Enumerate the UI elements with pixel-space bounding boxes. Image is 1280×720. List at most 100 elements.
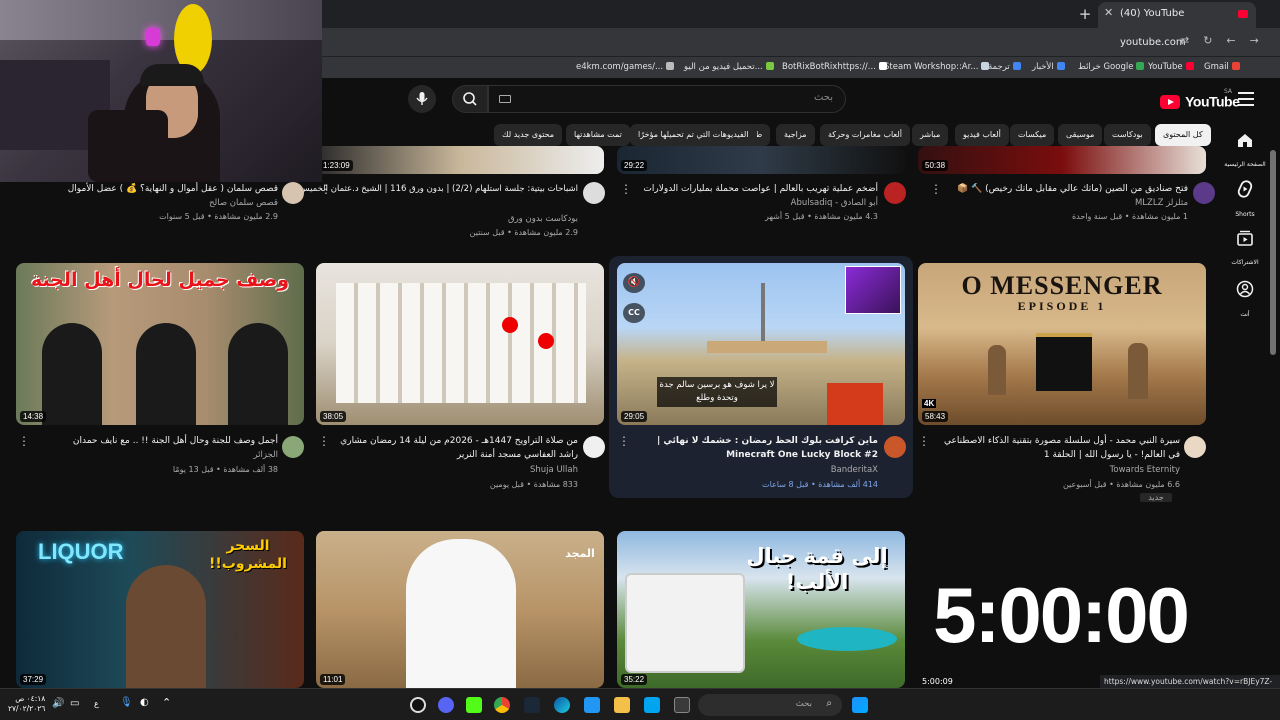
captions-icon[interactable]: CC: [623, 303, 645, 323]
bookmark-item[interactable]: BotRixBotRixhttps://...: [782, 62, 887, 72]
channel-name[interactable]: Shuja Ullah: [330, 465, 578, 475]
chip-video-games[interactable]: ألعاب فيديو: [955, 124, 1009, 146]
video-title[interactable]: أضخم عملية تهريب بالعالم | عواصت محملة ب…: [630, 182, 878, 196]
bookmark-item[interactable]: تحميل فيديو من اليو...: [684, 62, 774, 72]
bookmark-item[interactable]: Gmail: [1204, 62, 1240, 72]
video-title[interactable]: ماين كرافت بلوك الحظ رمضان : خشمك لا نها…: [630, 434, 878, 462]
video-thumbnail[interactable]: 29:22: [617, 146, 905, 174]
discord-icon[interactable]: [438, 697, 454, 713]
chip-live[interactable]: مباشر: [912, 124, 949, 146]
chip-all[interactable]: كل المحتوى: [1155, 124, 1211, 146]
microphone-tray-icon[interactable]: 🎙: [120, 697, 133, 708]
more-actions-icon[interactable]: ⋮: [18, 434, 30, 448]
video-thumbnail[interactable]: 38:05: [316, 263, 604, 425]
steam-icon[interactable]: [524, 697, 540, 713]
video-title[interactable]: من صلاة التراويح 1447هـ - 2026م من ليلة …: [330, 434, 578, 462]
kick-icon[interactable]: [466, 697, 482, 713]
channel-name[interactable]: الجزائر: [30, 450, 278, 460]
hamburger-menu-icon[interactable]: [1238, 92, 1254, 106]
app-icon[interactable]: [584, 697, 600, 713]
channel-name[interactable]: أبو الصادق - Abulsadiq: [630, 198, 878, 208]
bookmark-item[interactable]: YouTube: [1148, 62, 1194, 72]
network-icon[interactable]: ▭: [70, 698, 79, 709]
bookmark-item[interactable]: خرائط Google: [1078, 62, 1145, 72]
more-actions-icon[interactable]: ⋮: [930, 182, 942, 196]
video-thumbnail[interactable]: 1:23:09: [316, 146, 604, 174]
gmail-icon: [1231, 62, 1240, 70]
task-view-icon[interactable]: [674, 697, 690, 713]
channel-avatar[interactable]: [282, 182, 304, 204]
taskbar-search[interactable]: بحث ⌕: [698, 694, 842, 716]
more-actions-icon[interactable]: ⋮: [618, 434, 630, 448]
chrome-icon[interactable]: [494, 697, 510, 713]
more-actions-icon[interactable]: ⋮: [318, 434, 330, 448]
edge-icon[interactable]: [554, 697, 570, 713]
video-thumbnail[interactable]: 🔇 CC لا يرا شوف هو برسين سالم جدة وتحدة …: [617, 263, 905, 425]
channel-name[interactable]: قصص سلمان صالح: [30, 198, 278, 208]
volume-icon[interactable]: 🔊: [52, 698, 64, 709]
obs-icon[interactable]: [410, 697, 426, 713]
store-icon[interactable]: [644, 697, 660, 713]
guide-shorts[interactable]: Shorts: [1215, 180, 1275, 220]
bookmark-item[interactable]: Steam Workshop::Ar...: [884, 62, 990, 72]
channel-name[interactable]: بودكاست بدون ورق: [330, 214, 578, 224]
channel-avatar[interactable]: [583, 436, 605, 458]
video-title[interactable]: أجمل وصف للجنة وحال أهل الجنة !! .. مع ن…: [30, 434, 278, 448]
channel-name[interactable]: Towards Eternity: [940, 465, 1180, 475]
video-title[interactable]: سيرة النبي محمد - أول سلسلة مصورة بتقنية…: [940, 434, 1180, 462]
new-tab-button[interactable]: +: [1076, 5, 1094, 23]
video-thumbnail[interactable]: إلى قمة جبال الألب! 35:22: [617, 531, 905, 688]
video-title[interactable]: قصص سلمان ( عقل أموال و النهاية؟ 💰 ) عضل…: [30, 182, 278, 196]
voice-search-button[interactable]: [408, 85, 436, 113]
video-thumbnail[interactable]: 50:38: [918, 146, 1206, 174]
chip-watched[interactable]: تمت مشاهدتها: [566, 124, 630, 146]
mute-icon[interactable]: 🔇: [623, 273, 645, 293]
input-language[interactable]: ع: [94, 699, 99, 708]
channel-avatar[interactable]: [282, 436, 304, 458]
browser-nav-icons[interactable]: ⇄↻←→: [1180, 34, 1273, 47]
channel-avatar[interactable]: [1184, 436, 1206, 458]
chip-action-adventure[interactable]: ألعاب مغامرات وحركة: [820, 124, 910, 146]
video-thumbnail[interactable]: LIQUOR السحر المشروب!! 37:29: [16, 531, 304, 688]
guide-you[interactable]: أنت: [1215, 280, 1275, 320]
chip-podcasts[interactable]: بودكاست: [1104, 124, 1151, 146]
chip-new-to-you[interactable]: محتوى جديد لك: [494, 124, 563, 146]
guide-subscriptions[interactable]: الاشتراكات: [1215, 230, 1275, 268]
chip-mixes[interactable]: ميكسات: [1010, 124, 1055, 146]
chevron-up-icon[interactable]: ⌃: [162, 696, 171, 709]
file-explorer-icon[interactable]: [614, 697, 630, 713]
guide-home[interactable]: الصفحة الرئيسية: [1215, 132, 1275, 170]
channel-avatar[interactable]: [884, 182, 906, 204]
chip-music[interactable]: موسيقى: [1058, 124, 1103, 146]
4k-badge: 4K: [922, 399, 937, 408]
video-thumbnail[interactable]: المجد 11:01: [316, 531, 604, 688]
video-title[interactable]: فتح صناديق من الصين (ماتك عالي مقابل مات…: [940, 182, 1188, 196]
address-bar-url[interactable]: youtube.com: [1120, 37, 1186, 48]
chip-recently-uploaded[interactable]: الفيديوهات التي تم تحميلها مؤخرًا: [630, 124, 757, 146]
search-input[interactable]: بحث: [488, 85, 846, 113]
page-scrollbar[interactable]: [1270, 150, 1276, 355]
bookmark-item[interactable]: e4km.com/games/...: [576, 62, 675, 72]
bookmark-item[interactable]: ترجمة: [988, 62, 1021, 72]
more-actions-icon[interactable]: ⋮: [918, 434, 930, 448]
close-icon[interactable]: ✕: [1104, 6, 1113, 19]
system-clock[interactable]: ٠٤:١٨ ص ٢٧/٠٢/٢٠٢٦: [8, 694, 45, 714]
channel-avatar[interactable]: [884, 436, 906, 458]
video-title[interactable]: اشباحات بيتية: جلسة استلهام (2/2) | بدون…: [299, 182, 578, 196]
channel-avatar[interactable]: [583, 182, 605, 204]
search-button[interactable]: [452, 85, 488, 113]
channel-name[interactable]: مثلزلز MLZLZ: [940, 198, 1188, 208]
video-thumbnail[interactable]: وصف جميل لحال أهل الجنة 14:38: [16, 263, 304, 425]
channel-name[interactable]: BanderitaX: [630, 465, 878, 475]
wall-shape: [0, 0, 322, 40]
more-actions-icon[interactable]: ⋮: [620, 182, 632, 196]
tray-app-icon[interactable]: ◐: [140, 697, 149, 708]
video-thumbnail[interactable]: O MESSENGER EPISODE 1 4K 58:43: [918, 263, 1206, 425]
bookmark-item[interactable]: الأخبار: [1032, 62, 1065, 72]
windows-start-icon[interactable]: [852, 697, 868, 713]
browser-tab-youtube[interactable]: ✕ (40) YouTube: [1098, 2, 1256, 28]
channel-avatar[interactable]: [1193, 182, 1215, 204]
keyboard-icon[interactable]: [499, 95, 511, 103]
more-actions-icon[interactable]: ⋮: [320, 182, 332, 196]
chip-mood[interactable]: مزاجية: [776, 124, 815, 146]
